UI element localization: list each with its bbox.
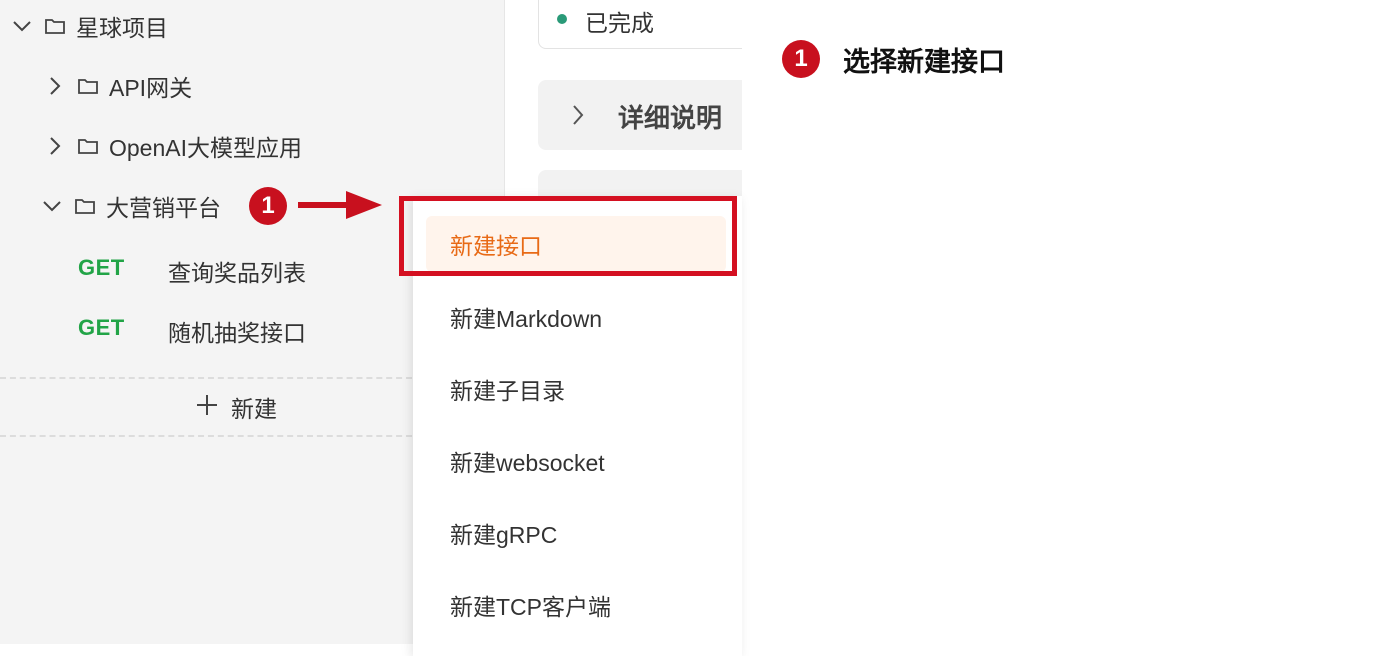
folder-icon: [77, 76, 99, 96]
chevron-right-icon[interactable]: [568, 104, 588, 126]
divider: [0, 435, 412, 437]
tree-item-label: 星球项目: [76, 15, 168, 41]
api-item-prize-list[interactable]: 查询奖品列表: [168, 254, 306, 288]
callout-step-badge: 1: [782, 40, 820, 78]
menu-item-new-websocket[interactable]: 新建websocket: [426, 433, 726, 489]
folder-icon: [77, 136, 99, 156]
tree-item-label: 大营销平台: [106, 195, 221, 221]
method-badge: GET: [78, 315, 125, 340]
detail-title: 详细说明: [618, 103, 723, 133]
tree-item-project[interactable]: 星球项目: [12, 6, 168, 46]
status-text: 已完成: [585, 10, 654, 36]
menu-item-new-markdown[interactable]: 新建Markdown: [426, 289, 726, 345]
menu-item-new-tcp-client[interactable]: 新建TCP客户端: [426, 577, 726, 633]
folder-icon: [74, 196, 96, 216]
divider: [0, 377, 412, 379]
folder-icon: [44, 16, 66, 36]
callout-text: 选择新建接口: [843, 47, 1005, 77]
chevron-right-icon[interactable]: [45, 76, 65, 96]
tree-item-label: OpenAI大模型应用: [109, 135, 302, 161]
chevron-down-icon[interactable]: [42, 196, 62, 216]
tree-item-marketing[interactable]: 大营销平台: [42, 186, 221, 226]
tree-item-label: API网关: [109, 75, 193, 101]
blank-area: [742, 0, 1382, 644]
step-badge: 1: [249, 187, 287, 225]
chevron-down-icon[interactable]: [12, 16, 32, 36]
arrow-right-icon: [298, 188, 384, 227]
new-button[interactable]: 新建: [195, 391, 277, 423]
api-item-random-draw[interactable]: 随机抽奖接口: [168, 314, 306, 348]
menu-item-new-subdirectory[interactable]: 新建子目录: [426, 361, 726, 417]
menu-item-new-grpc[interactable]: 新建gRPC: [426, 505, 726, 561]
chevron-right-icon[interactable]: [45, 136, 65, 156]
tree-item-api-gateway[interactable]: API网关: [45, 66, 192, 106]
plus-icon: [195, 393, 219, 422]
new-button-label: 新建: [231, 396, 277, 422]
status-dot: [557, 14, 567, 24]
method-badge: GET: [78, 255, 125, 280]
highlight-box: [399, 196, 737, 276]
tree-item-openai[interactable]: OpenAI大模型应用: [45, 126, 302, 166]
